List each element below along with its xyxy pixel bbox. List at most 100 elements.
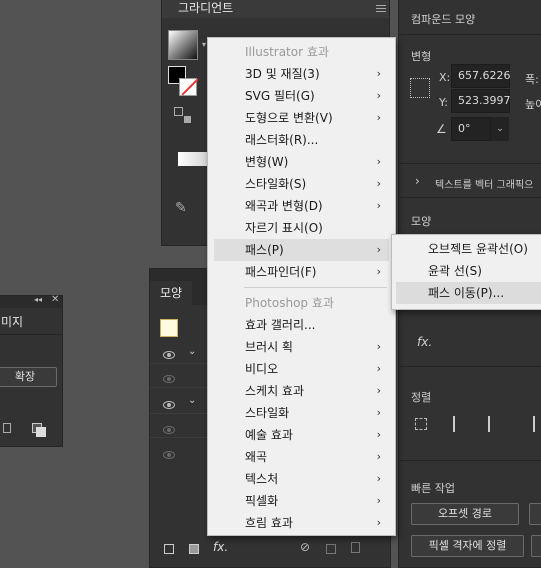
menu-item-label: 스타일화(S)	[245, 177, 307, 191]
layer-icon[interactable]	[3, 423, 11, 433]
clear-icon[interactable]: ⊘	[300, 540, 310, 554]
add-stroke-icon[interactable]	[164, 544, 174, 554]
submenu-item-label: 패스 이동(P)...	[428, 286, 505, 300]
menu-item-label: Illustrator 효과	[245, 45, 329, 59]
reset-icon[interactable]	[184, 116, 191, 123]
menu-item[interactable]: 비디오 ›	[214, 358, 389, 380]
menu-item[interactable]: 패스파인더(F) ›	[214, 261, 389, 283]
more-button[interactable]	[529, 503, 541, 525]
menu-item[interactable]: 래스터화(R)...	[214, 129, 389, 151]
menu-section-header: Photoshop 효과	[214, 292, 389, 314]
menu-item-label: SVG 필터(G)	[245, 89, 315, 103]
trash-icon[interactable]	[351, 542, 360, 553]
visibility-eye-icon[interactable]	[163, 351, 175, 359]
menu-item[interactable]: 왜곡 ›	[214, 446, 389, 468]
y-field[interactable]: 523.3997	[451, 89, 511, 113]
menu-item-label: 변형(W)	[245, 155, 289, 169]
visibility-eye-icon[interactable]	[163, 426, 175, 434]
copy-icon-back	[36, 427, 46, 437]
x-field[interactable]: 657.6226	[451, 64, 511, 88]
pixel-grid-button[interactable]: 픽셀 격자에 정렬	[411, 535, 524, 557]
menu-item[interactable]: 스타일화 ›	[214, 402, 389, 424]
submenu-arrow-icon: ›	[376, 362, 381, 375]
expand-button[interactable]: 확장	[0, 367, 57, 387]
submenu-arrow-icon: ›	[376, 494, 381, 507]
submenu-arrow-icon: ›	[376, 384, 381, 397]
submenu-arrow-icon: ›	[376, 428, 381, 441]
submenu-arrow-icon: ›	[376, 516, 381, 529]
align-left-icon[interactable]	[453, 416, 467, 432]
menu-item[interactable]: 3D 및 재질(3) ›	[214, 63, 389, 85]
align-to-icon[interactable]	[415, 418, 427, 430]
submenu-arrow-icon: ›	[376, 199, 381, 212]
convert-text-label[interactable]: 텍스트를 벡터 그래픽으	[435, 176, 533, 191]
close-icon[interactable]: ✕	[51, 294, 59, 305]
x-label: X:	[439, 71, 451, 84]
submenu-item[interactable]: 오브젝트 윤곽선(O)	[396, 238, 541, 260]
menu-item-label: 텍스처	[245, 472, 279, 486]
menu-item[interactable]: 패스(P) ›	[214, 239, 389, 261]
expand-chevron-icon[interactable]: ⌄	[188, 395, 196, 406]
swap-icon[interactable]	[174, 107, 183, 116]
submenu-arrow-icon: ›	[376, 450, 381, 463]
menu-item-label: 왜곡과 변형(D)	[245, 199, 323, 213]
menu-item[interactable]: 도형으로 변환(V) ›	[214, 107, 389, 129]
left-panel-title: 미지	[1, 315, 24, 329]
expand-chevron-icon[interactable]: ⌄	[188, 346, 196, 357]
menu-item[interactable]: 변형(W) ›	[214, 151, 389, 173]
more-button-2[interactable]	[531, 535, 541, 557]
menu-item[interactable]: 스케치 효과 ›	[214, 380, 389, 402]
menu-item[interactable]: 텍스처 ›	[214, 468, 389, 490]
thumbnail	[160, 319, 178, 337]
submenu-item[interactable]: 윤곽 선(S)	[396, 260, 541, 282]
duplicate-icon[interactable]	[326, 544, 336, 554]
visibility-eye-icon[interactable]	[163, 375, 175, 383]
menu-item-label: 스타일화	[245, 406, 290, 420]
menu-item-label: 효과 갤러리...	[245, 318, 316, 332]
gradient-swatch[interactable]	[168, 30, 198, 60]
submenu-arrow-icon: ›	[376, 406, 381, 419]
menu-item[interactable]: 브러시 획 ›	[214, 336, 389, 358]
eyedropper-icon[interactable]: ✎	[175, 200, 187, 216]
effects-menu: Illustrator 효과 3D 및 재질(3) › SVG 필터(G) › 도형으로 …	[207, 37, 396, 536]
fx-icon[interactable]: fx.	[213, 540, 228, 554]
fx-icon[interactable]: fx.	[417, 335, 432, 349]
menu-item[interactable]: 왜곡과 변형(D) ›	[214, 195, 389, 217]
align-center-icon[interactable]	[488, 416, 490, 432]
angle-icon: ∠	[436, 122, 447, 136]
dropdown-icon[interactable]: ▾	[202, 40, 206, 49]
tab-appearance[interactable]: 모양	[150, 281, 192, 305]
menu-item[interactable]: 픽셀화 ›	[214, 490, 389, 512]
add-fill-icon[interactable]	[189, 544, 199, 554]
menu-item[interactable]: 스타일화(S) ›	[214, 173, 389, 195]
menu-item-label: 비디오	[245, 362, 279, 376]
menu-item-label: 패스파인더(F)	[245, 265, 317, 279]
gradient-slider[interactable]	[178, 152, 210, 166]
submenu-item-label: 오브젝트 윤곽선(O)	[428, 242, 528, 256]
visibility-eye-icon[interactable]	[163, 401, 175, 409]
submenu-item[interactable]: 패스 이동(P)...	[396, 282, 541, 304]
submenu-arrow-icon: ›	[376, 472, 381, 485]
angle-field[interactable]: 0°	[451, 117, 491, 141]
panel-menu-icon[interactable]	[376, 3, 386, 14]
menu-item-label: 픽셀화	[245, 494, 279, 508]
menu-section-header: Illustrator 효과	[214, 41, 389, 63]
menu-item-label: 자르기 표시(O)	[245, 221, 323, 235]
quick-actions-title: 빠른 작업	[411, 482, 455, 495]
menu-item[interactable]: 흐림 효과 ›	[214, 512, 389, 534]
gradient-panel-title: 그라디언트	[178, 1, 234, 15]
reference-point-icon[interactable]	[410, 78, 430, 98]
align-right-icon[interactable]	[521, 416, 535, 432]
visibility-eye-icon[interactable]	[163, 451, 175, 459]
expand-chevron-icon[interactable]: ›	[415, 174, 420, 188]
offset-path-button[interactable]: 오프셋 경로	[411, 503, 519, 525]
submenu-arrow-icon: ›	[376, 265, 381, 278]
menu-item-label: 패스(P)	[245, 243, 284, 257]
menu-item[interactable]: SVG 필터(G) ›	[214, 85, 389, 107]
menu-item[interactable]: 예술 효과 ›	[214, 424, 389, 446]
menu-item[interactable]: 자르기 표시(O)	[214, 217, 389, 239]
collapse-icon[interactable]: ◂◂	[34, 295, 42, 304]
angle-dropdown-icon[interactable]: ⌄	[491, 117, 509, 141]
menu-item[interactable]: 효과 갤러리...	[214, 314, 389, 336]
appearance-section-title: 모양	[411, 215, 432, 228]
